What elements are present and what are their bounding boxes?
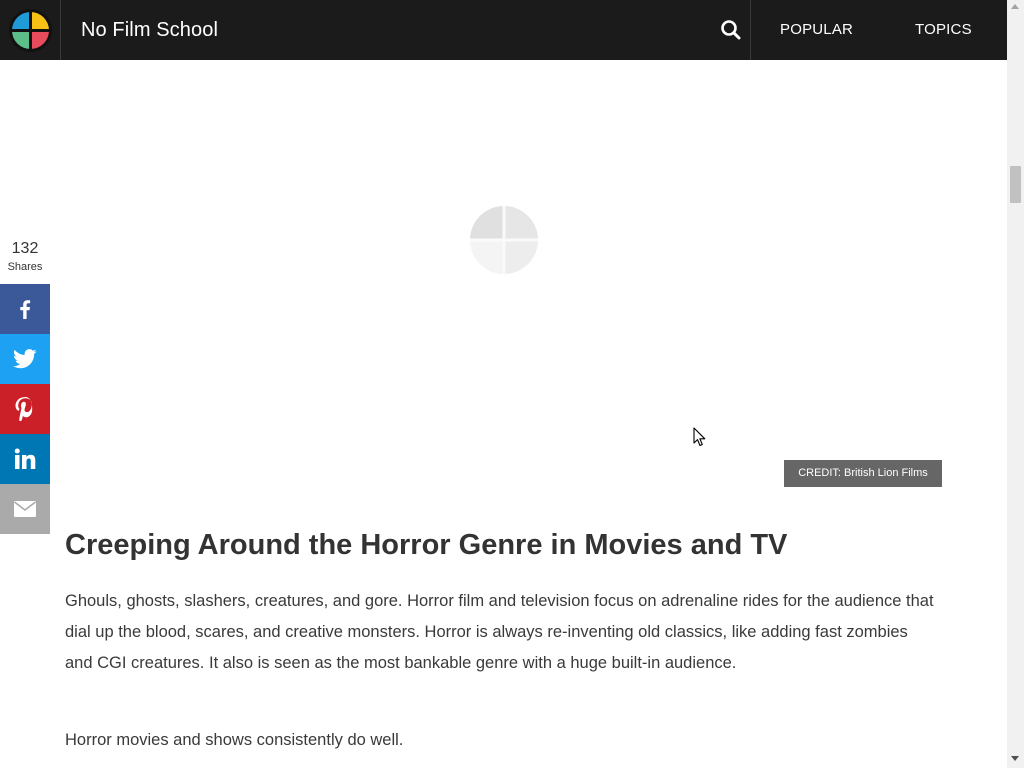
nav-topics[interactable]: TOPICS xyxy=(915,21,972,38)
nfs-logo-icon[interactable] xyxy=(9,9,52,52)
share-linkedin-button[interactable] xyxy=(0,434,50,484)
nav-popular[interactable]: POPULAR xyxy=(780,21,853,38)
scroll-up-arrow-icon[interactable] xyxy=(1011,4,1019,9)
pinterest-icon xyxy=(15,397,33,421)
image-credit: CREDIT: British Lion Films xyxy=(784,460,942,487)
article-paragraph: Ghouls, ghosts, slashers, creatures, and… xyxy=(65,592,934,672)
linkedin-icon xyxy=(14,448,36,469)
mouse-cursor-icon xyxy=(693,427,707,447)
share-count: 132 Shares xyxy=(0,240,50,273)
top-nav-bar: No Film School POPULAR TOPICS xyxy=(0,0,1007,60)
article-paragraph: Horror movies and shows consistently do … xyxy=(65,731,404,749)
share-count-number: 132 xyxy=(11,240,39,257)
site-brand[interactable]: No Film School xyxy=(81,19,218,42)
share-pinterest-button[interactable] xyxy=(0,384,50,434)
nav-divider xyxy=(750,0,751,60)
share-twitter-button[interactable] xyxy=(0,334,50,384)
search-icon[interactable] xyxy=(714,13,748,47)
page-scrollbar[interactable] xyxy=(1007,0,1024,768)
share-count-label: Shares xyxy=(7,261,43,273)
logo-divider xyxy=(60,0,61,60)
share-email-button[interactable] xyxy=(0,484,50,534)
scroll-down-arrow-icon[interactable] xyxy=(1011,756,1019,761)
facebook-icon xyxy=(20,300,31,319)
twitter-icon xyxy=(13,349,37,369)
share-facebook-button[interactable] xyxy=(0,284,50,334)
email-icon xyxy=(14,501,36,517)
scrollbar-thumb[interactable] xyxy=(1010,166,1021,203)
loading-spinner-icon xyxy=(469,205,539,275)
article-title: Creeping Around the Horror Genre in Movi… xyxy=(65,529,788,561)
